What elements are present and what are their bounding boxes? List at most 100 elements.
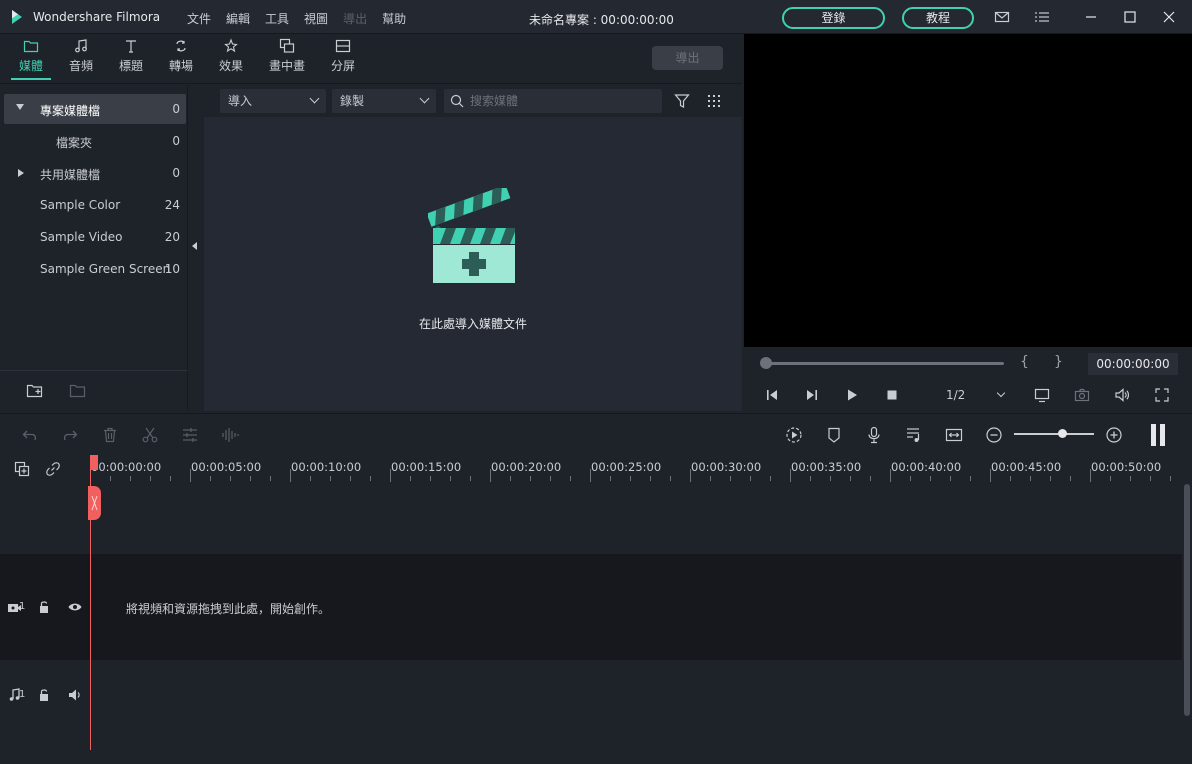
split-screen-icon — [335, 39, 351, 53]
search-input[interactable] — [470, 89, 656, 113]
eye-visibility-icon[interactable] — [67, 599, 83, 615]
ruler-tick-label: 00:00:35:00 — [791, 460, 862, 474]
previous-frame-icon[interactable] — [764, 387, 780, 403]
sidebar-footer — [0, 370, 188, 411]
next-frame-icon[interactable] — [804, 387, 820, 403]
lock-icon[interactable] — [36, 599, 52, 615]
filter-icon[interactable] — [674, 93, 690, 109]
scissors-cut-icon[interactable] — [141, 426, 159, 444]
zoom-in-icon[interactable] — [1105, 426, 1123, 444]
record-dropdown[interactable]: 錄製 — [332, 89, 436, 113]
media-drop-area[interactable]: 在此處導入媒體文件 — [204, 117, 742, 411]
audio-waveform-icon[interactable] — [221, 426, 239, 444]
timeline-toolbar — [0, 413, 1192, 455]
expand-arrow-icon[interactable] — [16, 104, 24, 110]
link-icon[interactable] — [45, 461, 61, 477]
tab-media[interactable]: 媒體 — [11, 38, 51, 80]
import-dropdown[interactable]: 導入 — [220, 89, 326, 113]
redo-icon[interactable] — [61, 426, 79, 444]
playhead-handle[interactable] — [90, 455, 98, 470]
audio-track[interactable]: 1 — [0, 660, 1182, 730]
sidebar-item-folder[interactable]: 檔案夾 0 — [4, 126, 186, 156]
lock-icon[interactable] — [36, 687, 52, 703]
login-button[interactable]: 登錄 — [782, 7, 885, 29]
collapse-arrow-icon[interactable] — [18, 169, 24, 177]
ruler-minor-tick — [1110, 476, 1111, 481]
delete-trash-icon[interactable] — [101, 426, 119, 444]
tab-transitions-label: 轉場 — [168, 59, 193, 73]
sidebar-item-count: 10 — [164, 262, 180, 276]
mark-in-button[interactable]: { — [1020, 354, 1029, 370]
maximize-icon[interactable] — [1121, 8, 1139, 26]
marker-shield-icon[interactable] — [825, 426, 843, 444]
fullscreen-icon[interactable] — [1154, 387, 1170, 403]
menu-edit[interactable]: 編輯 — [226, 10, 250, 27]
speaker-icon[interactable] — [67, 687, 83, 703]
timeline-ruler[interactable]: 00:00:00:00 00:00:05:00 00:00:10:00 00:00:1… — [0, 455, 1192, 484]
preview-timecode: 00:00:00:00 — [1088, 353, 1178, 375]
microphone-record-icon[interactable] — [865, 426, 883, 444]
timeline-scrollbar-thumb[interactable] — [1184, 484, 1190, 716]
stop-icon[interactable] — [884, 387, 900, 403]
playhead-split-marker[interactable] — [88, 486, 101, 520]
minimize-icon[interactable] — [1082, 8, 1100, 26]
menu-help[interactable]: 幫助 — [382, 10, 406, 27]
tab-pip[interactable]: 畫中畫 — [267, 38, 307, 78]
ruler-minor-tick — [430, 476, 431, 481]
tab-transitions[interactable]: 轉場 — [161, 38, 201, 78]
search-box — [444, 89, 662, 113]
folder-disabled-icon[interactable] — [69, 383, 87, 399]
menu-tools[interactable]: 工具 — [265, 10, 289, 27]
timeline-drop-hint: 將視頻和資源拖拽到此處，開始創作。 — [126, 602, 331, 616]
render-preview-icon[interactable] — [785, 426, 803, 444]
mark-out-button[interactable]: } — [1054, 354, 1063, 370]
zoom-slider-track[interactable] — [1014, 433, 1094, 435]
zoom-slider-fill — [1014, 433, 1062, 435]
preview-scrub-knob[interactable] — [760, 357, 772, 369]
zoom-slider-knob[interactable] — [1058, 429, 1067, 438]
sidebar-item-label: 專案媒體檔 — [40, 104, 101, 118]
sidebar-item-sample-green-screen[interactable]: Sample Green Screen 10 — [4, 254, 186, 284]
menu-file[interactable]: 文件 — [187, 10, 211, 27]
export-button[interactable]: 導出 — [652, 46, 723, 70]
voiceover-list-icon[interactable] — [905, 426, 923, 444]
sidebar-item-sample-video[interactable]: Sample Video 20 — [4, 222, 186, 252]
tab-effects[interactable]: 效果 — [211, 38, 251, 78]
ruler-major-tick — [490, 469, 491, 482]
ruler-tick-label: 00:00:10:00 — [291, 460, 362, 474]
preview-scrub-track[interactable] — [766, 362, 1004, 365]
tab-split-screen[interactable]: 分屏 — [323, 38, 363, 78]
import-media-clapper-icon[interactable] — [428, 188, 518, 284]
sidebar-item-label: 共用媒體檔 — [40, 168, 101, 182]
add-track-icon[interactable] — [14, 461, 30, 477]
menu-view[interactable]: 視圖 — [304, 10, 328, 27]
mail-icon[interactable] — [994, 9, 1010, 25]
fit-timeline-icon[interactable] — [945, 426, 963, 444]
sidebar-item-sample-color[interactable]: Sample Color 24 — [4, 190, 186, 220]
timeline-empty-track[interactable] — [0, 484, 1182, 554]
ruler-minor-tick — [170, 476, 171, 481]
list-menu-icon[interactable] — [1034, 9, 1050, 25]
play-icon[interactable] — [844, 387, 860, 403]
volume-icon[interactable] — [1114, 387, 1130, 403]
zoom-out-icon[interactable] — [985, 426, 1003, 444]
video-track[interactable]: 1 將視頻和資源拖拽到此處，開始創作。 — [0, 554, 1182, 660]
display-settings-icon[interactable] — [1034, 387, 1050, 403]
playback-quality-dropdown[interactable]: 1/2 — [936, 383, 1014, 407]
sidebar-item-shared-media[interactable]: 共用媒體檔 0 — [4, 158, 186, 188]
undo-icon[interactable] — [21, 426, 39, 444]
ruler-minor-tick — [1010, 476, 1011, 481]
tab-audio[interactable]: 音頻 — [61, 38, 101, 78]
new-folder-icon[interactable] — [26, 383, 44, 399]
timeline-scrollbar[interactable] — [1182, 484, 1192, 764]
collapse-panel-icon[interactable] — [192, 242, 197, 250]
tab-titles[interactable]: 標題 — [111, 38, 151, 78]
adjust-sliders-icon[interactable] — [181, 426, 199, 444]
tutorial-button[interactable]: 教程 — [902, 7, 974, 29]
grid-view-icon[interactable] — [706, 93, 722, 109]
snapshot-camera-icon[interactable] — [1074, 387, 1090, 403]
sidebar-item-project-media[interactable]: 專案媒體檔 0 — [4, 94, 186, 124]
menu-export[interactable]: 導出 — [343, 10, 367, 27]
close-icon[interactable] — [1160, 8, 1178, 26]
timeline-pause-icon[interactable] — [1151, 424, 1165, 446]
